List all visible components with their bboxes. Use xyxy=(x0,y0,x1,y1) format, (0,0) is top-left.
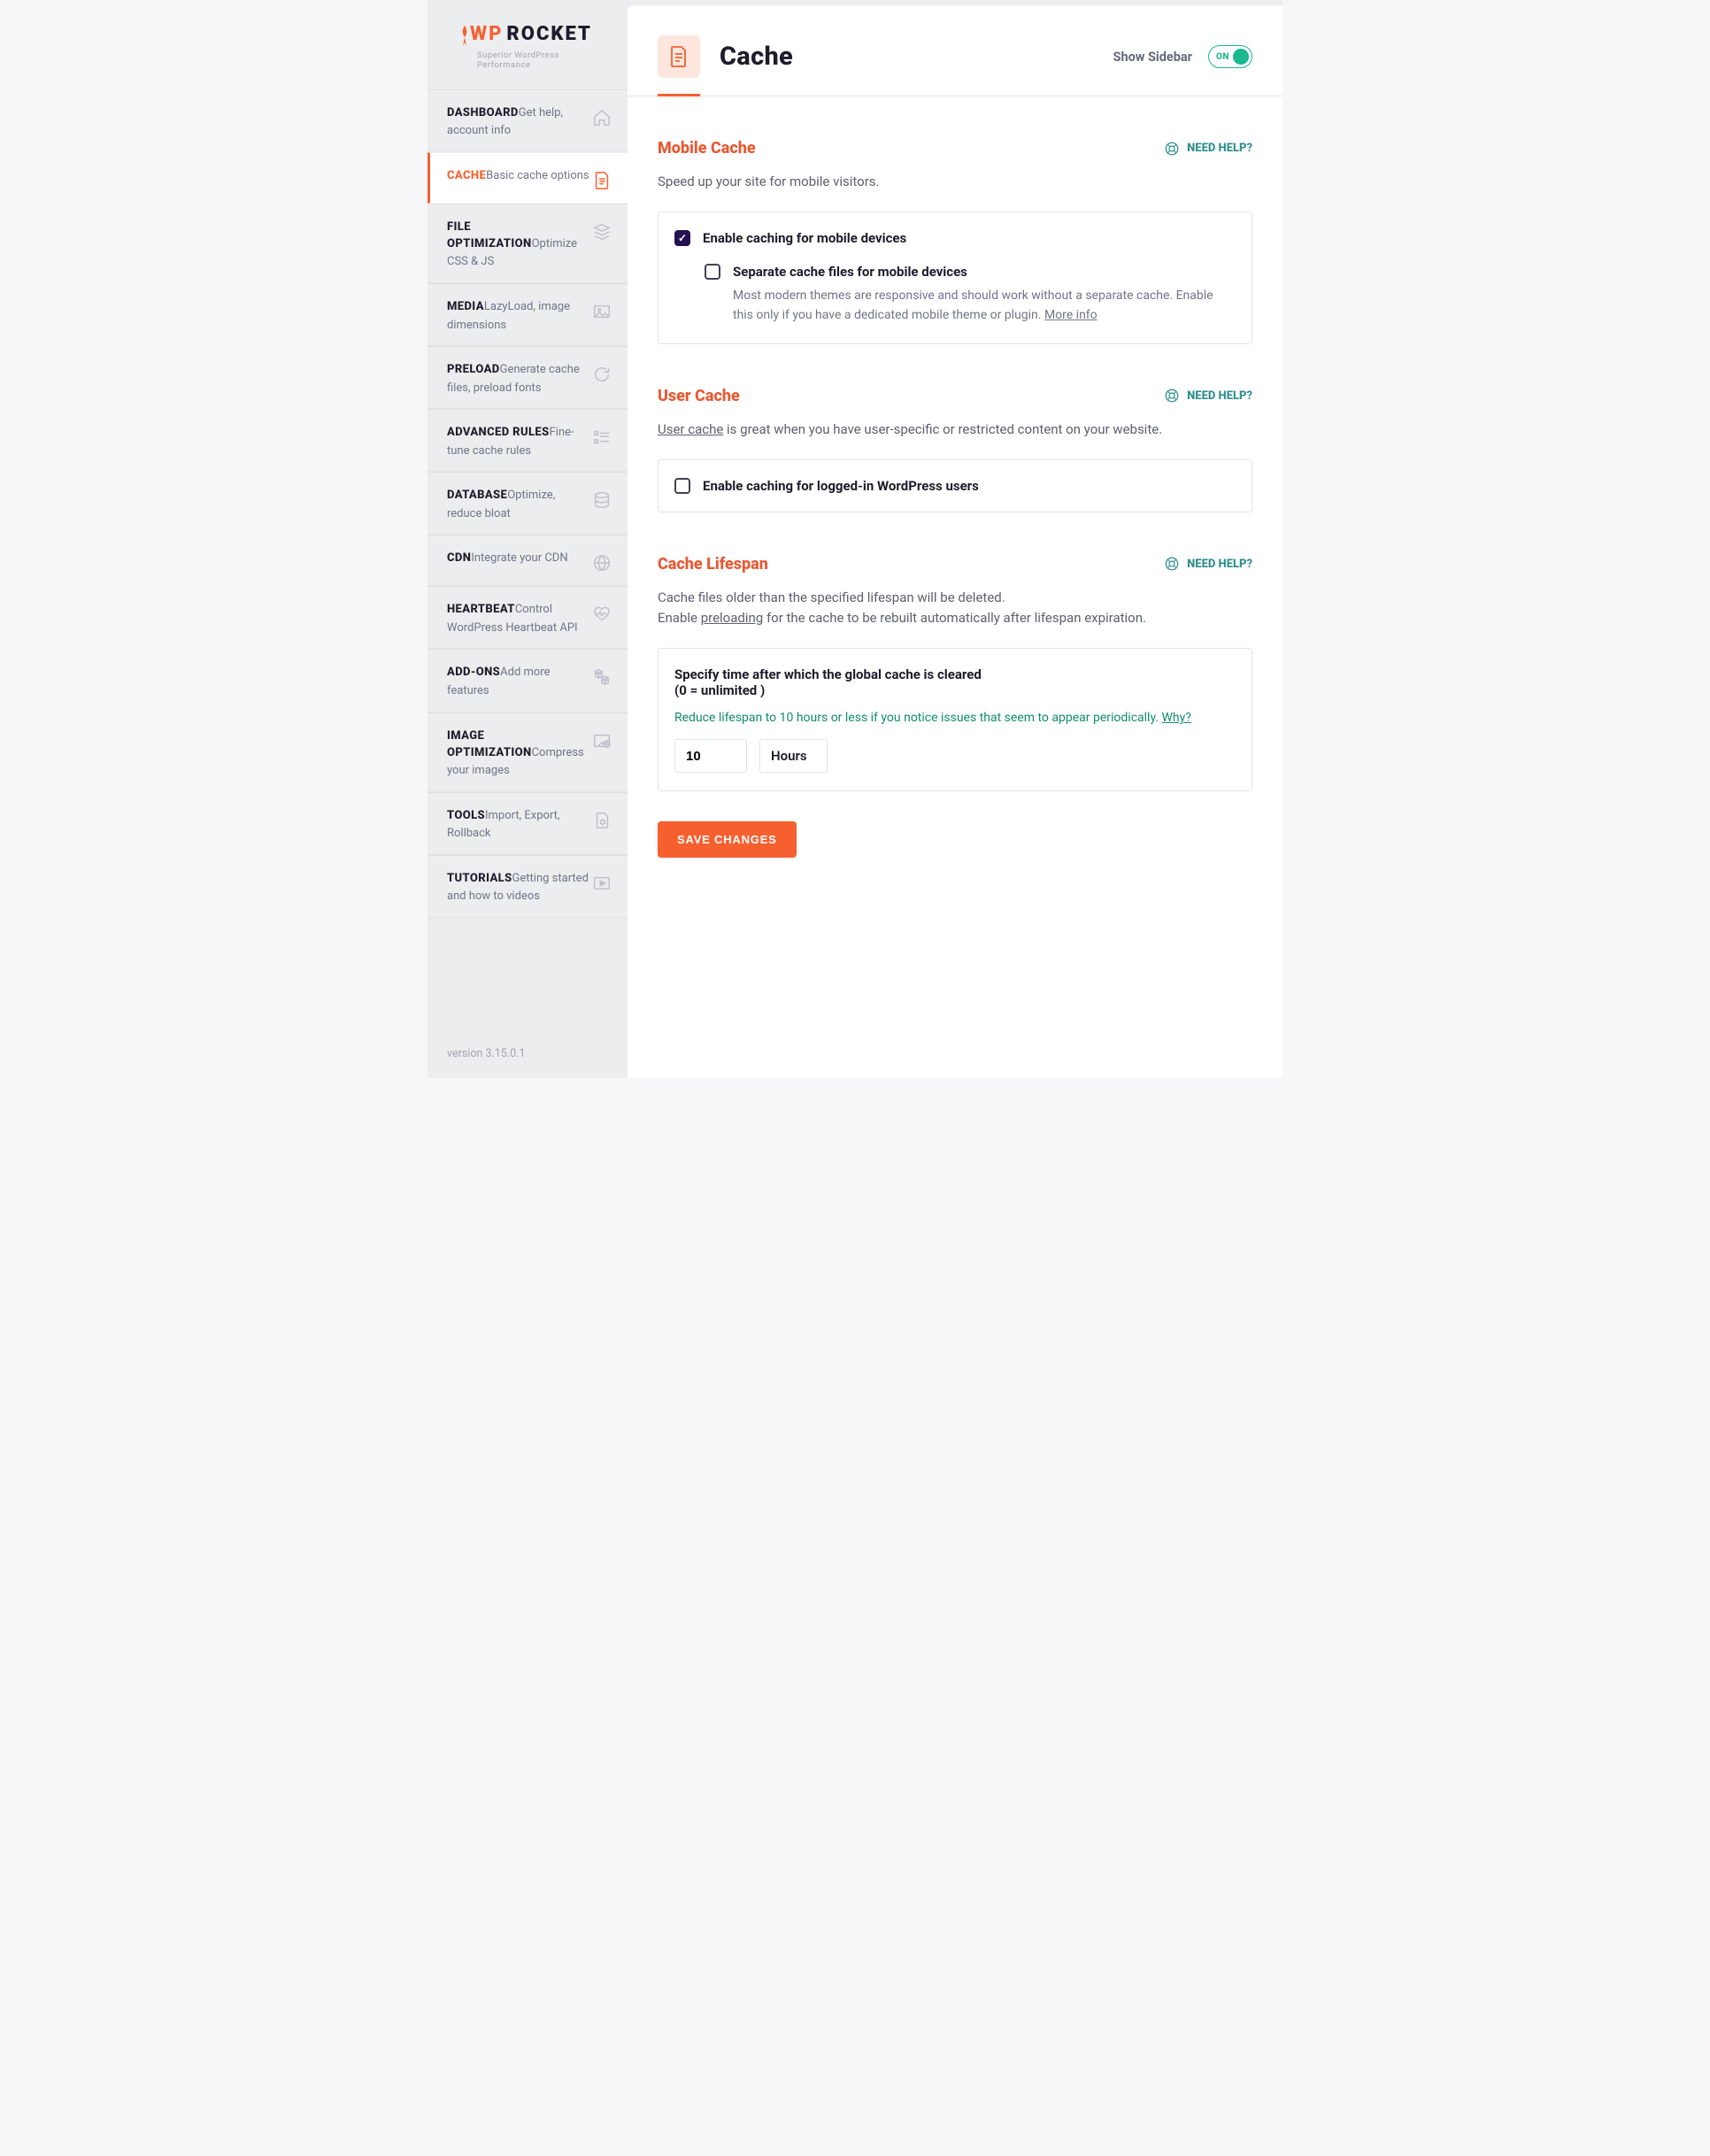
nav-cache[interactable]: CACHEBasic cache options xyxy=(428,152,628,204)
nav-list: DASHBOARDGet help, account infoCACHEBasi… xyxy=(428,89,628,918)
section-title-mobile-cache: Mobile Cache xyxy=(658,139,756,158)
mobile-cache-desc: Speed up your site for mobile visitors. xyxy=(658,172,1252,192)
nav-item-desc: Integrate your CDN xyxy=(471,551,567,565)
lifespan-box: Specify time after which the global cach… xyxy=(658,648,1252,791)
nav-file-optimization[interactable]: FILE OPTIMIZATIONOptimize CSS & JS xyxy=(428,204,628,283)
refresh-icon xyxy=(592,365,612,384)
need-help-label: NEED HELP? xyxy=(1187,558,1252,571)
layers-icon xyxy=(592,222,612,242)
cubes-icon xyxy=(592,667,612,687)
lifespan-hint: Reduce lifespan to 10 hours or less if y… xyxy=(674,711,1236,725)
user-cache-desc: User cache is great when you have user-s… xyxy=(658,420,1252,440)
nav-item-title: HEARTBEAT xyxy=(447,603,515,616)
show-sidebar-label: Show Sidebar xyxy=(1113,50,1192,65)
nav-cdn[interactable]: CDNIntegrate your CDN xyxy=(428,535,628,586)
life-ring-icon xyxy=(1164,556,1180,572)
nav-addons[interactable]: ADD-ONSAdd more features xyxy=(428,649,628,712)
nav-item-title: DATABASE xyxy=(447,489,507,502)
need-help-label: NEED HELP? xyxy=(1187,389,1252,403)
nav-dashboard[interactable]: DASHBOARDGet help, account info xyxy=(428,89,628,152)
nav-item-title: TOOLS xyxy=(447,809,485,822)
doc-icon xyxy=(592,171,612,190)
user-cache-box: Enable caching for logged-in WordPress u… xyxy=(658,459,1252,512)
nav-preload[interactable]: PRELOADGenerate cache files, preload fon… xyxy=(428,346,628,409)
lifespan-desc: Cache files older than the specified lif… xyxy=(658,588,1252,629)
checkbox-separate-mobile-cache[interactable] xyxy=(705,264,720,280)
label-user-cache: Enable caching for logged-in WordPress u… xyxy=(703,478,979,494)
lifespan-unit-select[interactable]: Hours xyxy=(759,739,828,773)
logo-tagline: Superior WordPress Performance xyxy=(458,50,608,70)
sidebar: WPROCKET Superior WordPress Performance … xyxy=(428,0,628,1078)
page-title: Cache xyxy=(720,42,793,72)
need-help-user-cache[interactable]: NEED HELP? xyxy=(1164,388,1252,404)
life-ring-icon xyxy=(1164,388,1180,404)
video-icon xyxy=(592,874,612,893)
section-title-lifespan: Cache Lifespan xyxy=(658,555,768,574)
nav-item-title: MEDIA xyxy=(447,300,484,313)
nav-item-title: FILE OPTIMIZATION xyxy=(447,220,532,250)
version-label: version 3.15.0.1 xyxy=(428,1029,628,1078)
label-enable-mobile-cache: Enable caching for mobile devices xyxy=(703,230,906,246)
link-mobile-more-info[interactable]: More info xyxy=(1044,308,1098,322)
database-icon xyxy=(592,490,612,510)
checkbox-enable-mobile-cache[interactable] xyxy=(674,230,690,246)
nav-item-title: DASHBOARD xyxy=(447,106,519,119)
nav-item-title: IMAGE OPTIMIZATION xyxy=(447,729,532,759)
nav-database[interactable]: DATABASEOptimize, reduce bloat xyxy=(428,472,628,535)
need-help-lifespan[interactable]: NEED HELP? xyxy=(1164,556,1252,572)
show-sidebar-toggle[interactable]: ON xyxy=(1208,45,1252,68)
toggle-on-label: ON xyxy=(1216,52,1229,62)
lifespan-label-main: Specify time after which the global cach… xyxy=(674,666,1236,698)
list-icon xyxy=(592,427,612,447)
heartbeat-icon xyxy=(592,604,612,624)
nav-item-desc: Basic cache options xyxy=(486,169,589,182)
nav-heartbeat[interactable]: HEARTBEATControl WordPress Heartbeat API xyxy=(428,586,628,649)
image-icon xyxy=(592,302,612,321)
nav-item-title: CDN xyxy=(447,551,471,565)
nav-item-title: CACHE xyxy=(447,169,486,182)
compress-icon xyxy=(592,731,612,751)
active-tab-indicator xyxy=(658,94,700,96)
logo: WPROCKET Superior WordPress Performance xyxy=(428,0,628,89)
link-preloading[interactable]: preloading xyxy=(701,610,764,626)
link-user-cache[interactable]: User cache xyxy=(658,421,723,437)
label-separate-mobile-cache: Separate cache files for mobile devices xyxy=(733,264,1236,280)
section-title-user-cache: User Cache xyxy=(658,387,740,405)
nav-tutorials[interactable]: TUTORIALSGetting started and how to vide… xyxy=(428,855,628,918)
nav-item-title: ADD-ONS xyxy=(447,666,500,679)
nav-item-title: ADVANCED RULES xyxy=(447,426,550,439)
gear-doc-icon xyxy=(592,811,612,830)
house-icon xyxy=(592,108,612,127)
need-help-label: NEED HELP? xyxy=(1187,142,1252,155)
main-panel: Cache Show Sidebar ON Mobile Cache NEED … xyxy=(628,5,1282,1078)
logo-wp: WP xyxy=(470,23,503,45)
checkbox-user-cache[interactable] xyxy=(674,478,690,494)
need-help-mobile-cache[interactable]: NEED HELP? xyxy=(1164,141,1252,157)
save-button[interactable]: SAVE CHANGES xyxy=(658,821,797,858)
nav-advanced-rules[interactable]: ADVANCED RULESFine-tune cache rules xyxy=(428,409,628,472)
lifespan-value-input[interactable] xyxy=(674,739,747,773)
sub-separate-mobile-cache: Most modern themes are responsive and sh… xyxy=(733,287,1236,325)
nav-item-title: TUTORIALS xyxy=(447,872,512,885)
globe-icon xyxy=(592,553,612,573)
nav-media[interactable]: MEDIALazyLoad, image dimensions xyxy=(428,283,628,346)
logo-rocket: ROCKET xyxy=(506,23,591,45)
nav-tools[interactable]: TOOLSImport, Export, Rollback xyxy=(428,792,628,855)
nav-item-title: PRELOAD xyxy=(447,363,500,376)
page-icon xyxy=(658,35,700,78)
life-ring-icon xyxy=(1164,141,1180,157)
toggle-knob xyxy=(1233,49,1249,65)
nav-image-optimization[interactable]: IMAGE OPTIMIZATIONCompress your images xyxy=(428,712,628,792)
link-lifespan-why[interactable]: Why? xyxy=(1162,711,1191,725)
mobile-cache-box: Enable caching for mobile devices Separa… xyxy=(658,212,1252,343)
page-header: Cache Show Sidebar ON xyxy=(628,5,1282,96)
